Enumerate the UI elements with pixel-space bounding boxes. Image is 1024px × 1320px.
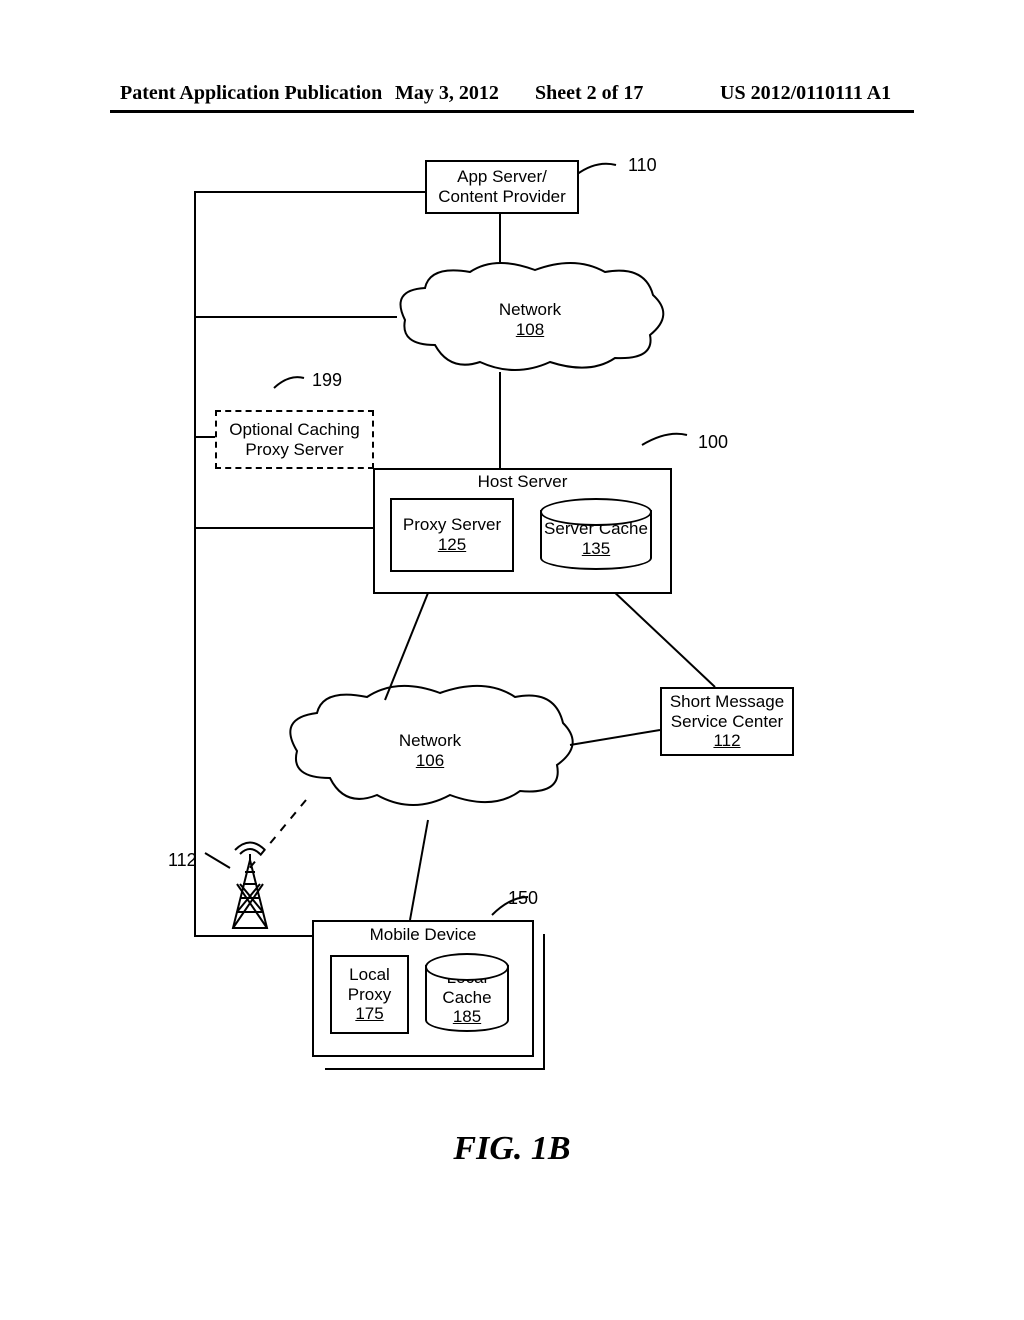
local-cache-cylinder: Local Cache 185 [425,965,509,1032]
network-bottom-cloud: Network 106 [285,683,575,813]
figure-caption: FIG. 1B [0,1130,1024,1168]
smsc-line1: Short Message [670,692,784,712]
network-bottom-id: 106 [416,751,444,770]
optional-proxy-ref: 199 [312,370,342,391]
cell-tower-icon [225,840,275,930]
local-cache-id: 185 [453,1007,481,1027]
mobile-device-ref: 150 [508,888,538,909]
host-server-title: Host Server [478,472,568,492]
publication-number: US 2012/0110111 A1 [720,82,891,105]
network-top-cloud: Network 108 [395,260,665,375]
network-top-title: Network [499,300,561,319]
smsc-box: Short Message Service Center 112 [660,687,794,756]
server-cache-title: Server Cache [544,519,648,539]
smsc-id: 112 [713,731,740,751]
app-server-box: App Server/ Content Provider [425,160,579,214]
app-server-subtitle: Content Provider [438,187,566,207]
tower-ref: 112 [168,850,197,871]
proxy-server-id: 125 [438,535,466,555]
smsc-line2: Service Center [671,712,783,732]
publication-label: Patent Application Publication [120,82,382,105]
sheet-number: Sheet 2 of 17 [535,82,643,105]
app-server-title: App Server/ [457,167,547,187]
optional-proxy-line2: Proxy Server [245,440,343,460]
app-server-ref: 110 [628,155,657,176]
network-bottom-title: Network [399,731,461,750]
optional-proxy-box: Optional Caching Proxy Server [215,410,374,469]
network-top-id: 108 [516,320,544,339]
local-proxy-line2: Proxy [348,985,391,1005]
local-proxy-id: 175 [355,1004,383,1024]
server-cache-cylinder: Server Cache 135 [540,510,652,570]
header-rule [110,110,914,113]
proxy-server-box: Proxy Server 125 [390,498,514,572]
local-proxy-box: Local Proxy 175 [330,955,409,1034]
publication-date: May 3, 2012 [395,82,499,105]
host-server-ref: 100 [698,432,728,453]
proxy-server-title: Proxy Server [403,515,501,535]
optional-proxy-line1: Optional Caching [229,420,359,440]
local-proxy-line1: Local [349,965,390,985]
local-cache-line1: Local [447,968,488,988]
local-cache-line2: Cache [442,988,491,1008]
server-cache-id: 135 [582,539,610,559]
mobile-device-title: Mobile Device [370,925,477,945]
